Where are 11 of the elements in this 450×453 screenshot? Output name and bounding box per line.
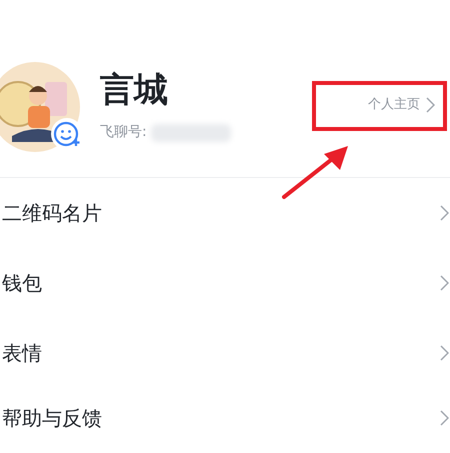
chevron-right-icon	[440, 205, 449, 221]
menu-item[interactable]: 帮助与反馈	[0, 388, 450, 448]
id-label: 飞聊号:	[100, 123, 147, 142]
menu-item[interactable]: 表情	[0, 318, 450, 388]
menu-item[interactable]: 二维码名片	[0, 178, 450, 248]
chevron-right-icon	[440, 275, 449, 291]
chevron-right-icon	[440, 410, 449, 426]
chevron-right-icon	[440, 345, 449, 361]
menu-item[interactable]: 钱包	[0, 248, 450, 318]
user-name: 言城	[100, 70, 168, 111]
chevron-right-icon	[426, 96, 435, 113]
